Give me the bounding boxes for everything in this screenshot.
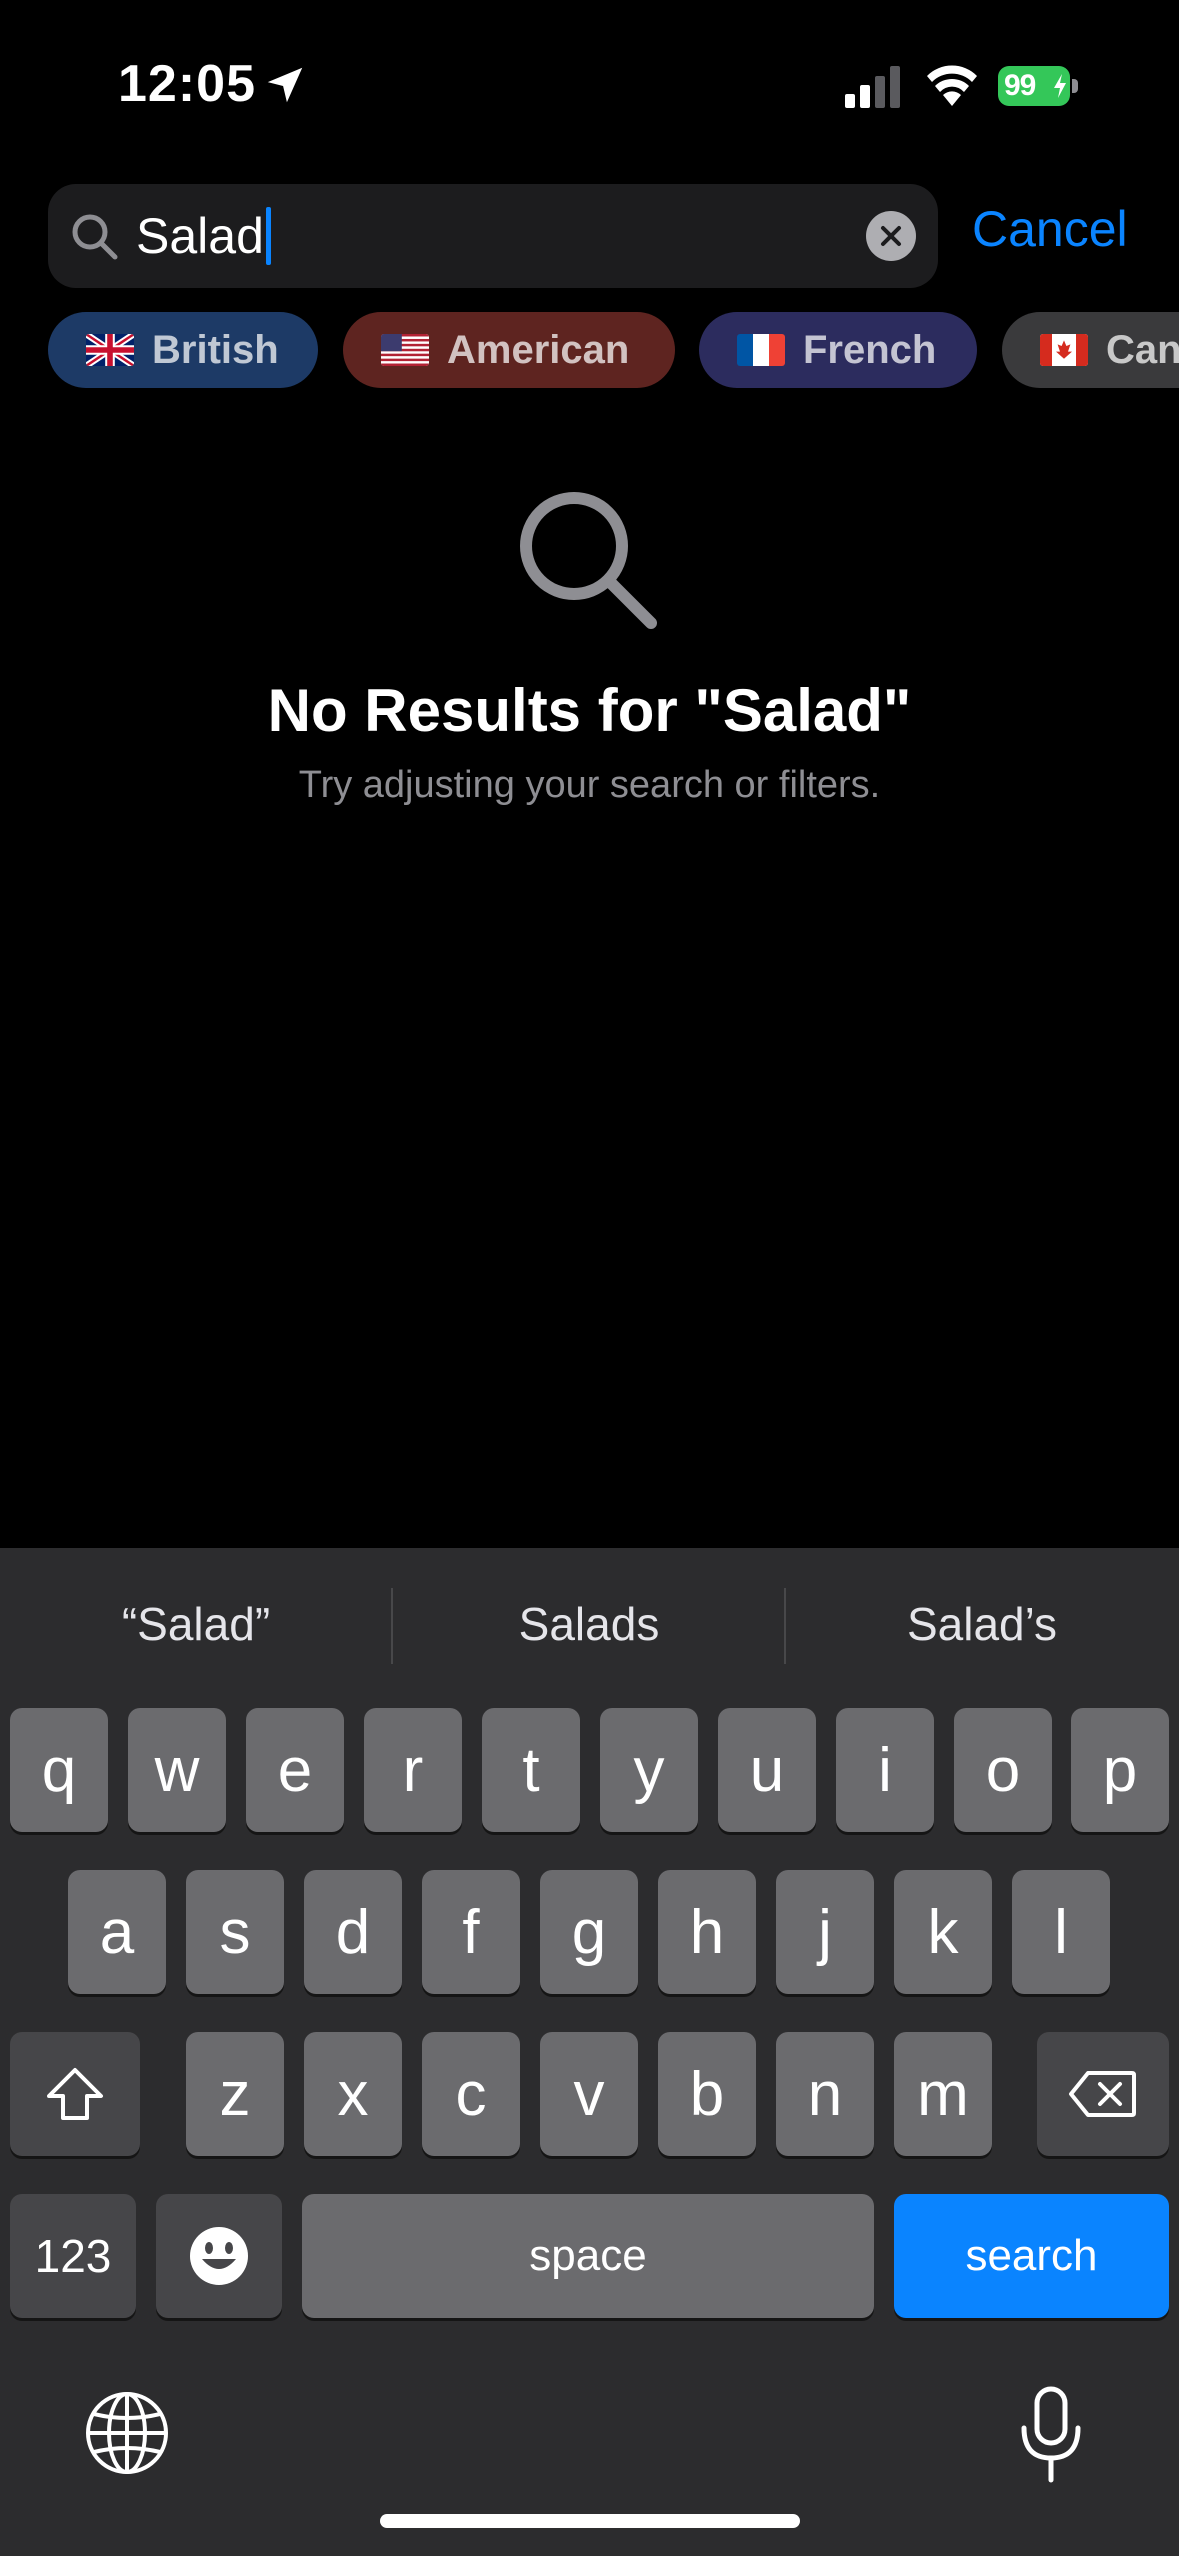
empty-state-title: No Results for "Salad"	[267, 677, 912, 744]
key-e[interactable]: e	[246, 1708, 344, 1832]
suggestion-item[interactable]: Salad’s	[786, 1548, 1178, 1700]
filter-chip-canadian[interactable]: Can	[1002, 312, 1179, 388]
suggestion-item[interactable]: “Salad”	[0, 1548, 392, 1700]
magnifying-glass-icon	[520, 492, 657, 629]
status-bar: 12:05 99	[0, 0, 1179, 170]
key-w[interactable]: w	[128, 1708, 226, 1832]
empty-state-subtitle: Try adjusting your search or filters.	[298, 764, 881, 806]
key-l[interactable]: l	[1012, 1870, 1110, 1994]
key-a[interactable]: a	[68, 1870, 166, 1994]
status-time: 12:05	[118, 55, 256, 113]
search-icon	[72, 214, 118, 260]
cellular-signal-icon	[845, 66, 900, 108]
key-q[interactable]: q	[10, 1708, 108, 1832]
text-cursor	[265, 207, 271, 265]
key-p[interactable]: p	[1071, 1708, 1169, 1832]
key-t[interactable]: t	[482, 1708, 580, 1832]
filter-chip-label: French	[803, 327, 937, 372]
search-field[interactable]: Salad	[48, 184, 938, 288]
emoji-icon	[190, 2227, 248, 2285]
keyboard: “Salad” Salads Salad’s q w e r t y u i o…	[0, 1548, 1179, 2556]
backspace-icon	[1069, 2071, 1136, 2117]
key-z[interactable]: z	[186, 2032, 284, 2156]
key-s[interactable]: s	[186, 1870, 284, 1994]
key-d[interactable]: d	[304, 1870, 402, 1994]
uk-flag-icon	[86, 334, 134, 366]
key-r[interactable]: r	[364, 1708, 462, 1832]
location-arrow-icon	[267, 67, 303, 103]
shift-key[interactable]	[10, 2032, 140, 2156]
microphone-icon[interactable]	[1016, 2386, 1086, 2484]
key-k[interactable]: k	[894, 1870, 992, 1994]
numbers-key[interactable]: 123	[10, 2194, 136, 2318]
battery-charging-icon: 99	[998, 66, 1078, 106]
key-i[interactable]: i	[836, 1708, 934, 1832]
filter-chip-british[interactable]: British	[48, 312, 318, 388]
canada-flag-icon	[1040, 334, 1088, 366]
close-icon	[881, 226, 901, 246]
key-v[interactable]: v	[540, 2032, 638, 2156]
search-input-value: Salad	[136, 208, 264, 264]
cuisine-filter-bar: British American French Can	[0, 312, 1179, 388]
key-x[interactable]: x	[304, 2032, 402, 2156]
key-f[interactable]: f	[422, 1870, 520, 1994]
key-m[interactable]: m	[894, 2032, 992, 2156]
key-c[interactable]: c	[422, 2032, 520, 2156]
predictive-suggestions-bar: “Salad” Salads Salad’s	[0, 1548, 1179, 1700]
battery-level: 99	[1004, 69, 1036, 102]
clear-search-button[interactable]	[866, 211, 916, 261]
filter-chip-french[interactable]: French	[699, 312, 977, 388]
search-input[interactable]: Salad	[136, 184, 271, 288]
emoji-key[interactable]	[156, 2194, 282, 2318]
bolt-icon	[1054, 74, 1066, 98]
key-b[interactable]: b	[658, 2032, 756, 2156]
filter-chip-label: American	[447, 327, 630, 372]
suggestion-item[interactable]: Salads	[393, 1548, 785, 1700]
filter-chip-label: Can	[1106, 327, 1179, 372]
delete-key[interactable]	[1037, 2032, 1169, 2156]
key-j[interactable]: j	[776, 1870, 874, 1994]
search-key[interactable]: search	[894, 2194, 1169, 2318]
key-u[interactable]: u	[718, 1708, 816, 1832]
key-h[interactable]: h	[658, 1870, 756, 1994]
globe-icon[interactable]	[84, 2390, 170, 2476]
filter-chip-label: British	[152, 327, 279, 372]
key-n[interactable]: n	[776, 2032, 874, 2156]
wifi-icon	[927, 65, 977, 106]
home-indicator	[380, 2514, 800, 2528]
france-flag-icon	[737, 334, 785, 366]
filter-chip-american[interactable]: American	[343, 312, 675, 388]
key-g[interactable]: g	[540, 1870, 638, 1994]
key-o[interactable]: o	[954, 1708, 1052, 1832]
cancel-button[interactable]: Cancel	[972, 200, 1128, 258]
shift-arrow-icon	[47, 2068, 103, 2120]
us-flag-icon	[381, 334, 429, 366]
space-key[interactable]: space	[302, 2194, 874, 2318]
key-y[interactable]: y	[600, 1708, 698, 1832]
